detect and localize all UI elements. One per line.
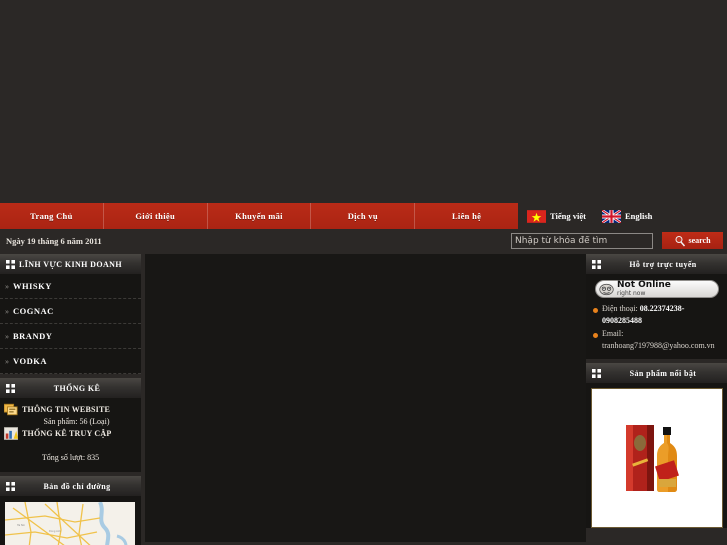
visits-row: THỐNG KÊ TRUY CẬP — [4, 427, 137, 440]
street-map-image[interactable]: Ha Noi Dong Anh Gia Lam Hung Yen — [5, 502, 135, 545]
site-banner — [0, 0, 727, 203]
chevron-right-icon: » — [5, 281, 9, 291]
uk-flag-icon — [601, 209, 621, 223]
stats-panel: THỐNG KÊ THÔNG TIN WEBSITE Sản phẩm: 56 … — [0, 378, 141, 472]
online-status-badge[interactable]: Not Online right now — [595, 280, 719, 298]
stats-panel-title: THỐNG KÊ — [53, 383, 101, 393]
categories-panel: LĨNH VỰC KINH DOANH » WHISKY » COGNAC » … — [0, 254, 141, 374]
nav-links: Trang Chủ Giới thiệu Khuyến mãi Dịch vụ … — [0, 203, 518, 229]
grid-icon — [6, 383, 15, 393]
nav-label: Giới thiệu — [135, 211, 175, 221]
status-text-group: Not Online right now — [617, 281, 671, 297]
nav-item-trang-chu[interactable]: Trang Chủ — [0, 203, 104, 229]
language-option-english[interactable]: English — [601, 209, 653, 223]
categories-list: » WHISKY » COGNAC » BRANDY » VODKA — [0, 274, 141, 374]
featured-products-header: Sản phẩm nổi bật — [586, 363, 727, 384]
nav-label: Khuyến mãi — [235, 211, 283, 221]
stats-panel-header: THỐNG KÊ — [0, 378, 141, 398]
map-panel-title: Bản đồ chỉ đường — [43, 481, 111, 491]
featured-products-title: Sản phẩm nổi bật — [629, 368, 697, 378]
grid-icon — [6, 259, 15, 269]
support-panel-title: Hỗ trợ trực tuyến — [629, 259, 697, 269]
main-content-area — [145, 254, 586, 542]
language-switcher: Tiếng việt English — [518, 203, 727, 229]
map-panel-header: Bản đồ chỉ đường — [0, 476, 141, 496]
main-navigation: Trang Chủ Giới thiệu Khuyến mãi Dịch vụ … — [0, 203, 727, 229]
categories-panel-header: LĨNH VỰC KINH DOANH — [0, 254, 141, 274]
bullet-icon — [593, 333, 598, 339]
language-label: Tiếng việt — [550, 211, 586, 221]
total-visits: Tổng số lượt: 835 — [41, 453, 100, 462]
category-item-whisky[interactable]: » WHISKY — [0, 274, 141, 299]
category-label: COGNAC — [13, 306, 54, 316]
category-item-cognac[interactable]: » COGNAC — [0, 299, 141, 324]
magnifier-icon — [675, 235, 686, 246]
map-panel: Bản đồ chỉ đường Ha Noi Dong Anh — [0, 476, 141, 545]
featured-products-panel: Sản phẩm nổi bật — [586, 363, 727, 529]
nav-item-khuyen-mai[interactable]: Khuyến mãi — [208, 203, 312, 229]
website-info-row: THÔNG TIN WEBSITE — [4, 403, 137, 416]
email-label: Email: — [602, 329, 624, 339]
status-secondary: right now — [617, 290, 646, 297]
date-search-bar: Ngày 19 tháng 6 năm 2011 search — [0, 229, 727, 252]
visits-label: THỐNG KÊ TRUY CẬP — [22, 429, 112, 438]
category-item-vodka[interactable]: » VODKA — [0, 349, 141, 374]
right-sidebar: Hỗ trợ trực tuyến Not Online right now Đ… — [586, 254, 727, 542]
nav-item-lien-he[interactable]: Liên hệ — [415, 203, 518, 229]
nav-label: Dịch vụ — [347, 211, 378, 221]
chart-icon — [4, 427, 18, 440]
category-label: BRANDY — [13, 331, 53, 341]
product-count: Sản phẩm: 56 (Loại) — [43, 417, 110, 426]
website-info-icon — [4, 403, 18, 416]
grid-icon — [6, 481, 15, 491]
search-button[interactable]: search — [662, 232, 723, 249]
left-sidebar: LĨNH VỰC KINH DOANH » WHISKY » COGNAC » … — [0, 254, 141, 545]
categories-panel-title: LĨNH VỰC KINH DOANH — [19, 259, 122, 269]
chevron-right-icon: » — [5, 331, 9, 341]
stats-body: THÔNG TIN WEBSITE Sản phẩm: 56 (Loại) TH… — [0, 398, 141, 472]
search-input[interactable] — [511, 232, 653, 249]
nav-label: Trang Chủ — [30, 211, 73, 221]
grid-icon — [592, 259, 601, 269]
nav-label: Liên hệ — [451, 211, 482, 221]
email-text: Email: tranhoang7197988@yahoo.com.vn — [602, 328, 723, 351]
phone-label: Điện thoại: — [602, 304, 638, 313]
support-body: Not Online right now Điện thoại: 08.2237… — [586, 274, 727, 360]
nav-item-gioi-thieu[interactable]: Giới thiệu — [104, 203, 208, 229]
phone-text: Điện thoại: 08.22374238-0908285488 — [602, 303, 723, 326]
category-label: WHISKY — [13, 281, 52, 291]
category-label: VODKA — [13, 356, 47, 366]
nav-item-dich-vu[interactable]: Dịch vụ — [311, 203, 416, 229]
status-primary: Not Online — [617, 280, 671, 290]
vietnam-flag-icon — [527, 209, 546, 223]
featured-product-frame — [591, 388, 723, 529]
yahoo-messenger-icon — [599, 283, 614, 295]
product-image[interactable] — [622, 417, 692, 499]
svg-text:Dong Anh: Dong Anh — [49, 530, 61, 533]
support-panel: Hỗ trợ trực tuyến Not Online right now Đ… — [586, 254, 727, 360]
support-panel-header: Hỗ trợ trực tuyến — [586, 254, 727, 274]
current-date: Ngày 19 tháng 6 năm 2011 — [6, 235, 102, 246]
website-info-label: THÔNG TIN WEBSITE — [22, 405, 111, 414]
map-body: Ha Noi Dong Anh Gia Lam Hung Yen — [0, 496, 141, 545]
phone-row: Điện thoại: 08.22374238-0908285488 — [591, 303, 723, 326]
email-row: Email: tranhoang7197988@yahoo.com.vn — [591, 328, 723, 351]
search-box: search — [511, 232, 723, 249]
category-item-brandy[interactable]: » BRANDY — [0, 324, 141, 349]
page-content: LĨNH VỰC KINH DOANH » WHISKY » COGNAC » … — [0, 252, 727, 545]
search-button-label: search — [688, 236, 711, 245]
email-value[interactable]: tranhoang7197988@yahoo.com.vn — [602, 341, 715, 350]
language-option-vietnamese[interactable]: Tiếng việt — [527, 209, 586, 223]
grid-icon — [592, 368, 601, 378]
bullet-icon — [593, 308, 598, 313]
page-root: Trang Chủ Giới thiệu Khuyến mãi Dịch vụ … — [0, 0, 727, 545]
svg-text:Ha Noi: Ha Noi — [17, 524, 25, 527]
chevron-right-icon: » — [5, 306, 9, 316]
language-label: English — [624, 211, 653, 221]
chevron-right-icon: » — [5, 356, 9, 366]
